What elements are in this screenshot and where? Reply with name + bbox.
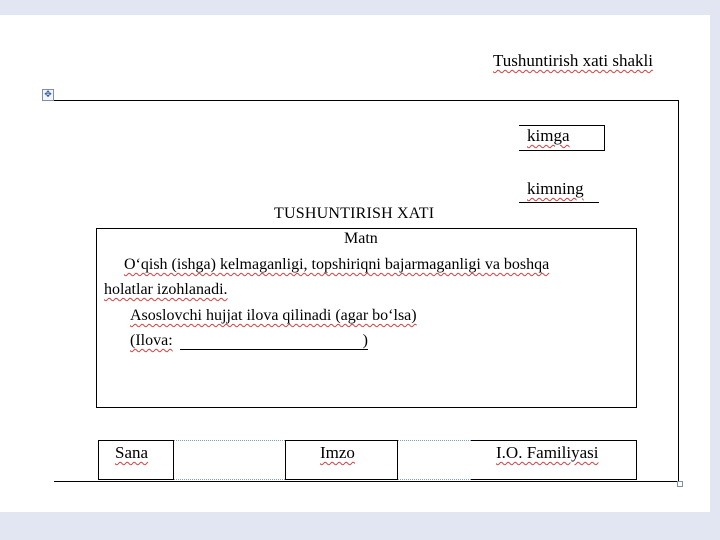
frame-right-border: [678, 100, 679, 481]
document-title: TUSHUNTIRISH XATI: [274, 205, 435, 222]
recipient-from-label: kimning: [527, 179, 584, 198]
gridline-dotted: [398, 440, 471, 480]
signature-label: Imzo: [320, 443, 355, 462]
recipient-to-label: kimga: [527, 126, 570, 145]
frame-top-border: [54, 100, 678, 101]
attachment-line: (Ilova:): [130, 332, 368, 350]
attachment-suffix: ): [362, 332, 368, 349]
body-heading: Matn: [344, 230, 378, 247]
attachment-prefix: (Ilova:: [130, 332, 173, 349]
body-line: O‘qish (ishga) kelmaganligi, topshiriqni…: [124, 256, 550, 273]
frame-bottom-border: [54, 481, 678, 482]
gridline-dotted: [174, 440, 285, 480]
table-move-handle-icon[interactable]: ✥: [42, 89, 54, 101]
body-line: holatlar izohlanadi.: [104, 281, 228, 298]
date-label: Sana: [115, 443, 149, 462]
table-resize-handle[interactable]: [677, 481, 683, 487]
form-title: Tushuntirish xati shakli: [493, 51, 653, 70]
name-label: I.O. Familiyasi: [496, 443, 599, 462]
recipient-from-line: [519, 202, 599, 203]
body-line: Asoslovchi hujjat ilova qilinadi (agar b…: [130, 307, 417, 324]
attachment-blank-line: [180, 349, 368, 350]
